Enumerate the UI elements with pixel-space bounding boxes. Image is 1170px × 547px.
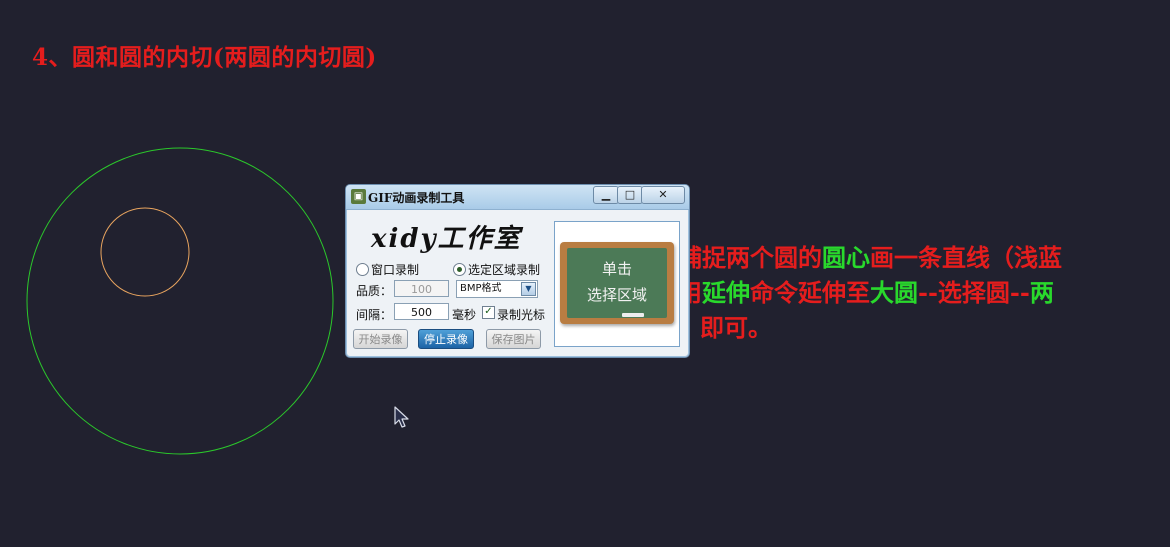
interval-label: 间隔： [356, 308, 393, 322]
chalkboard-button[interactable]: 单击 选择区域 [560, 242, 674, 324]
start-record-button[interactable]: 开始录像 [353, 329, 408, 349]
instruction-segment: 画一条直线（浅蓝 [870, 243, 1062, 272]
record-cursor-checkbox[interactable]: ✓ [482, 306, 495, 319]
chalkboard-surface: 单击 选择区域 [567, 248, 667, 318]
quality-input[interactable]: 100 [394, 280, 449, 297]
format-select[interactable]: BMP格式 ▼ [456, 280, 538, 298]
radio-region-label: 选定区域录制 [468, 263, 541, 277]
radio-window-label: 窗口录制 [371, 263, 420, 277]
instruction-text: 捕捉两个圆的圆心画一条直线（浅蓝 用延伸命令延伸至大圆--选择圆--两 即可。 [678, 240, 1158, 345]
minimize-button[interactable]: ▁ [593, 186, 619, 204]
instruction-line-2: 用延伸命令延伸至大圆--选择圆--两 [678, 275, 1158, 310]
chevron-down-icon[interactable]: ▼ [521, 282, 536, 296]
maximize-button[interactable]: □ [617, 186, 643, 204]
board-line-1: 单击 [601, 260, 632, 278]
format-value: BMP格式 [460, 283, 502, 294]
radio-window-record[interactable]: 窗口录制 [356, 261, 419, 278]
instruction-segment: 两 [1029, 278, 1054, 307]
instruction-segment: --选择圆-- [918, 278, 1030, 307]
instruction-segment: 大圆 [870, 278, 918, 307]
studio-logo: xidy工作室 [371, 224, 522, 254]
radio-dot[interactable] [356, 263, 369, 276]
large-circle[interactable] [26, 147, 334, 455]
select-region-panel[interactable]: 单击 选择区域 [554, 221, 680, 347]
gif-recorder-dialog[interactable]: ▣ GIF动画录制工具 ▁ □ ✕ xidy工作室 窗口录制 选定区域录制 品质… [345, 184, 690, 358]
mouse-pointer-icon [394, 406, 409, 428]
record-cursor-label: 录制光标 [497, 308, 546, 322]
chalk-icon [622, 313, 644, 317]
interval-input[interactable]: 500 [394, 303, 449, 320]
instruction-line-1: 捕捉两个圆的圆心画一条直线（浅蓝 [678, 240, 1158, 275]
small-circle[interactable] [100, 207, 190, 297]
instruction-segment: 延伸 [702, 278, 750, 307]
film-icon: ▣ [351, 189, 366, 204]
close-button[interactable]: ✕ [641, 186, 685, 204]
interval-unit: 毫秒 [452, 308, 477, 322]
board-line-2: 选择区域 [586, 286, 647, 304]
instruction-segment: 圆心 [822, 243, 870, 272]
dialog-titlebar[interactable]: ▣ GIF动画录制工具 ▁ □ ✕ [346, 185, 689, 210]
radio-dot-selected[interactable] [453, 263, 466, 276]
instruction-segment: 命令延伸至 [750, 278, 870, 307]
dialog-title: GIF动画录制工具 [368, 191, 465, 205]
quality-label: 品质： [356, 284, 393, 298]
instruction-line-3: 即可。 [678, 310, 1158, 345]
stop-record-button[interactable]: 停止录像 [418, 329, 474, 349]
save-image-button[interactable]: 保存图片 [486, 329, 541, 349]
radio-region-record[interactable]: 选定区域录制 [453, 261, 540, 278]
instruction-segment: 捕捉两个圆的 [678, 243, 822, 272]
instruction-segment: 即可。 [700, 313, 772, 342]
